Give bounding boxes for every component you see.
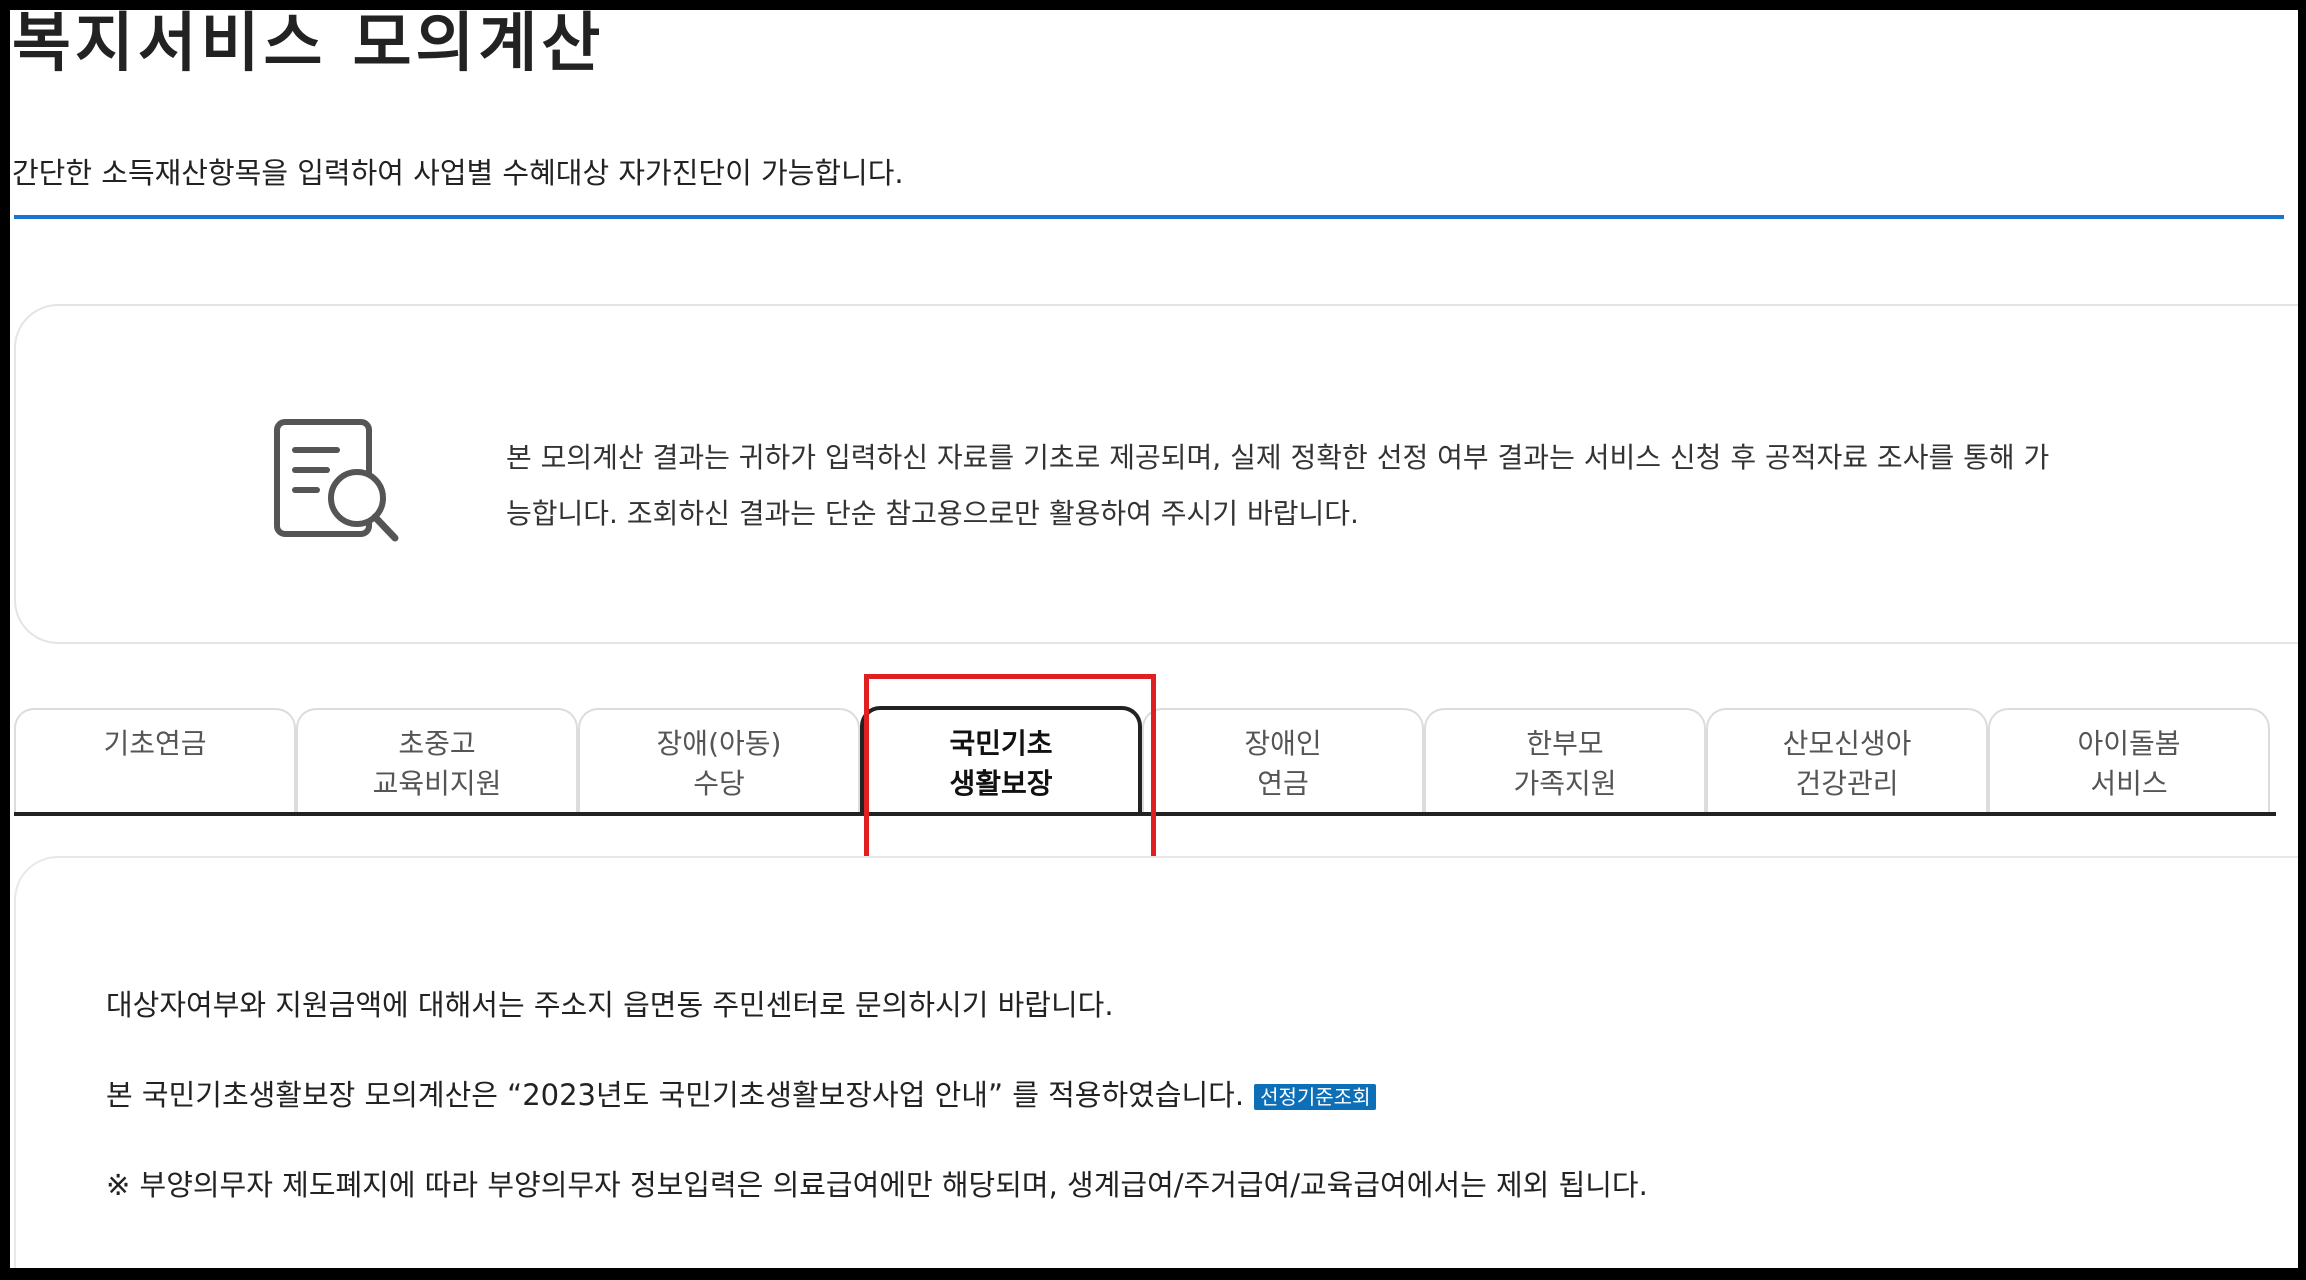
tab-label-line2: 교육비지원 xyxy=(372,767,502,800)
tab-childcare-service[interactable]: 아이돌봄 서비스 xyxy=(1988,708,2270,814)
applied-guide-text: 본 국민기초생활보장 모의계산은 “2023년도 국민기초생활보장사업 안내” … xyxy=(106,1078,1245,1112)
tab-label: 장애(아동) xyxy=(656,727,782,760)
applied-guide-notice: 본 국민기초생활보장 모의계산은 “2023년도 국민기초생활보장사업 안내” … xyxy=(106,1072,1377,1114)
page-frame: 복지서비스 모의계산 간단한 소득재산항목을 입력하여 사업별 수혜대상 자가진… xyxy=(10,10,2298,1268)
page-title: 복지서비스 모의계산 xyxy=(12,10,605,81)
tab-label: 장애인 xyxy=(1244,727,1322,760)
title-divider xyxy=(14,215,2284,219)
tab-single-parent-support[interactable]: 한부모 가족지원 xyxy=(1424,708,1706,814)
tab-label: 아이돌봄 xyxy=(2077,727,2181,760)
tab-label: 초중고 xyxy=(398,727,476,760)
active-tab-highlight xyxy=(864,674,1156,866)
tab-label-line2: 연금 xyxy=(1257,767,1309,800)
tab-disability-pension[interactable]: 장애인 연금 xyxy=(1142,708,1424,814)
tab-label-line2: 가족지원 xyxy=(1513,767,1617,800)
support-obligation-notice: ※ 부양의무자 제도폐지에 따라 부양의무자 정보입력은 의료급여에만 해당되며… xyxy=(106,1168,1648,1202)
notice-text: 본 모의계산 결과는 귀하가 입력하신 자료를 기초로 제공되며, 실제 정확한… xyxy=(506,441,2050,530)
criteria-lookup-button[interactable]: 선정기준조회 xyxy=(1254,1084,1377,1110)
tab-basic-pension[interactable]: 기초연금 xyxy=(14,708,296,814)
contact-notice: 대상자여부와 지원금액에 대해서는 주소지 읍면동 주민센터로 문의하시기 바랍… xyxy=(106,988,1114,1022)
tab-label-line2: 건강관리 xyxy=(1795,767,1899,800)
tab-label-line2: 수당 xyxy=(693,767,745,800)
tab-school-education-support[interactable]: 초중고 교육비지원 xyxy=(296,708,578,814)
page-description: 간단한 소득재산항목을 입력하여 사업별 수혜대상 자가진단이 가능합니다. xyxy=(12,156,904,190)
document-search-icon xyxy=(265,410,415,550)
tab-maternal-newborn-health[interactable]: 산모신생아 건강관리 xyxy=(1706,708,1988,814)
content-box xyxy=(14,856,2298,1268)
tab-disability-child-allowance[interactable]: 장애(아동) 수당 xyxy=(578,708,860,814)
tab-label-line2: 서비스 xyxy=(2090,767,2168,800)
tab-label: 산모신생아 xyxy=(1782,727,1912,760)
tab-label: 기초연금 xyxy=(103,727,207,760)
tab-label: 한부모 xyxy=(1526,727,1604,760)
